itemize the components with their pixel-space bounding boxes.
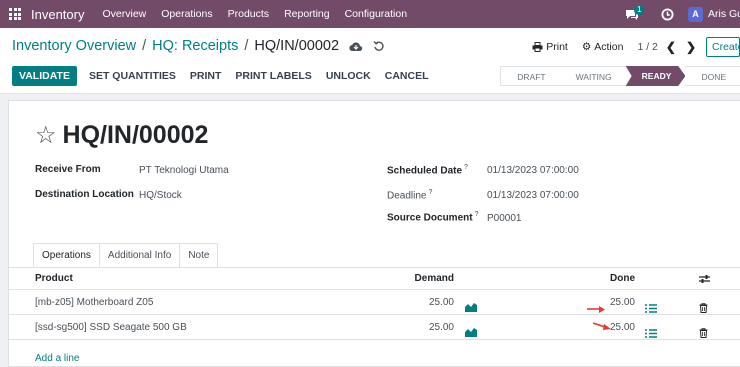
user-name[interactable]: Aris Gunawan <box>708 8 740 20</box>
control-panel: Inventory Overview / HQ: Receipts / HQ/I… <box>0 28 740 94</box>
table-row[interactable]: [mb-z05] Motherboard Z05 25.00 25.00 <box>9 290 740 315</box>
scheduled-date-field[interactable]: 01/13/2023 07:00:00 <box>487 165 579 176</box>
delete-trash-icon[interactable] <box>699 323 708 348</box>
action-label: Action <box>594 41 624 53</box>
validate-button[interactable]: Validate <box>12 66 77 86</box>
deadline-field[interactable]: 01/13/2023 07:00:00 <box>487 190 579 201</box>
status-ready[interactable]: Ready <box>625 66 686 86</box>
table-row[interactable]: [ssd-sg500] SSD Seagate 500 GB 25.00 25.… <box>9 315 740 340</box>
forecast-chart-icon[interactable] <box>465 322 477 347</box>
detailed-operations-icon[interactable] <box>645 323 657 348</box>
status-waiting[interactable]: Waiting <box>559 66 626 86</box>
status-draft[interactable]: Draft <box>500 66 560 86</box>
breadcrumb: Inventory Overview / HQ: Receipts / HQ/I… <box>12 38 385 54</box>
favorite-star-icon[interactable]: ☆ <box>35 123 57 148</box>
pager-next-icon[interactable]: ❯ <box>686 40 696 54</box>
add-line-link[interactable]: Add a line <box>35 353 79 364</box>
demand-cell[interactable]: 25.00 <box>394 290 454 315</box>
receive-from-field[interactable]: PT Teknologi Utama <box>139 165 229 176</box>
user-avatar[interactable]: A <box>688 6 703 22</box>
header-product[interactable]: Product <box>35 268 73 290</box>
create-button[interactable]: Create <box>706 37 740 57</box>
done-cell[interactable]: 25.00 <box>603 290 635 315</box>
menu-overview[interactable]: Overview <box>102 8 146 20</box>
set-quantities-button[interactable]: Set Quantities <box>89 70 176 82</box>
menu-reporting[interactable]: Reporting <box>284 8 330 20</box>
status-done[interactable]: Done <box>685 66 740 86</box>
print-labels-button[interactable]: Print Labels <box>235 70 311 82</box>
help-tooltip-icon[interactable]: ? <box>475 211 479 218</box>
tab-operations[interactable]: Operations <box>33 243 100 267</box>
action-menu-button[interactable]: ⚙ Action <box>582 41 624 53</box>
receive-from-label: Receive From <box>35 164 101 175</box>
product-cell[interactable]: [ssd-sg500] SSD Seagate 500 GB <box>35 315 187 340</box>
notebook-tabs: Operations Additional Info Note <box>33 243 219 267</box>
unlock-button[interactable]: Unlock <box>326 70 371 82</box>
apps-menu-icon[interactable] <box>9 8 21 20</box>
help-tooltip-icon[interactable]: ? <box>428 189 432 196</box>
breadcrumb-separator: / <box>142 38 147 54</box>
tab-note[interactable]: Note <box>180 243 219 267</box>
pager-value[interactable]: 1 / 2 <box>637 41 657 53</box>
print-label: Print <box>546 41 568 53</box>
chat-badge: 1 <box>634 5 645 15</box>
action-buttons: Validate Set Quantities Print Print Labe… <box>12 66 442 86</box>
demand-cell[interactable]: 25.00 <box>394 315 454 340</box>
cancel-button[interactable]: Cancel <box>385 70 429 82</box>
source-document-field[interactable]: P00001 <box>487 213 521 224</box>
menu-configuration[interactable]: Configuration <box>345 8 407 20</box>
form-sheet: ☆ HQ/IN/00002 Receive From PT Teknologi … <box>8 100 740 367</box>
product-cell[interactable]: [mb-z05] Motherboard Z05 <box>35 290 153 315</box>
destination-location-label: Destination Location <box>35 189 134 200</box>
record-name: HQ/IN/00002 <box>62 121 209 149</box>
header-demand[interactable]: Demand <box>394 268 454 290</box>
breadcrumb-receipts[interactable]: HQ: Receipts <box>152 38 238 54</box>
header-done[interactable]: Done <box>610 268 635 290</box>
done-cell[interactable]: 25.00 <box>603 315 635 340</box>
breadcrumb-inventory-overview[interactable]: Inventory Overview <box>12 38 136 54</box>
print-menu-button[interactable]: Print <box>532 41 568 53</box>
chat-icon[interactable]: 1 <box>625 5 645 21</box>
source-document-label-text: Source Document <box>387 212 473 224</box>
top-navbar: Inventory Overview Operations Products R… <box>0 0 740 28</box>
source-document-label: Source Document? <box>387 211 478 223</box>
record-title: ☆ HQ/IN/00002 <box>35 121 208 150</box>
print-icon <box>532 42 543 52</box>
discard-undo-icon[interactable] <box>373 40 385 52</box>
cloud-save-icon[interactable] <box>349 41 363 52</box>
app-name[interactable]: Inventory <box>31 7 84 22</box>
destination-location-field[interactable]: HQ/Stock <box>139 190 182 201</box>
deadline-label-text: Deadline <box>387 190 427 202</box>
menu-operations[interactable]: Operations <box>161 8 212 20</box>
gear-icon: ⚙ <box>581 41 592 53</box>
scheduled-date-label: Scheduled Date? <box>387 164 468 176</box>
tab-additional-info[interactable]: Additional Info <box>99 243 181 267</box>
print-button[interactable]: Print <box>190 70 222 82</box>
table-header: Product Demand Done <box>9 268 740 290</box>
activity-clock-icon[interactable] <box>661 7 674 21</box>
deadline-label: Deadline? <box>387 189 432 201</box>
operations-table: Product Demand Done [mb-z05] Motherboard… <box>9 268 740 340</box>
breadcrumb-separator: / <box>244 38 249 54</box>
pager-previous-icon[interactable]: ❮ <box>666 40 676 54</box>
breadcrumb-current: HQ/IN/00002 <box>254 38 340 54</box>
scheduled-date-label-text: Scheduled Date <box>387 165 463 177</box>
help-tooltip-icon[interactable]: ? <box>464 164 468 171</box>
menu-products[interactable]: Products <box>228 8 269 20</box>
status-bar: Draft Waiting Ready Done <box>500 66 740 86</box>
